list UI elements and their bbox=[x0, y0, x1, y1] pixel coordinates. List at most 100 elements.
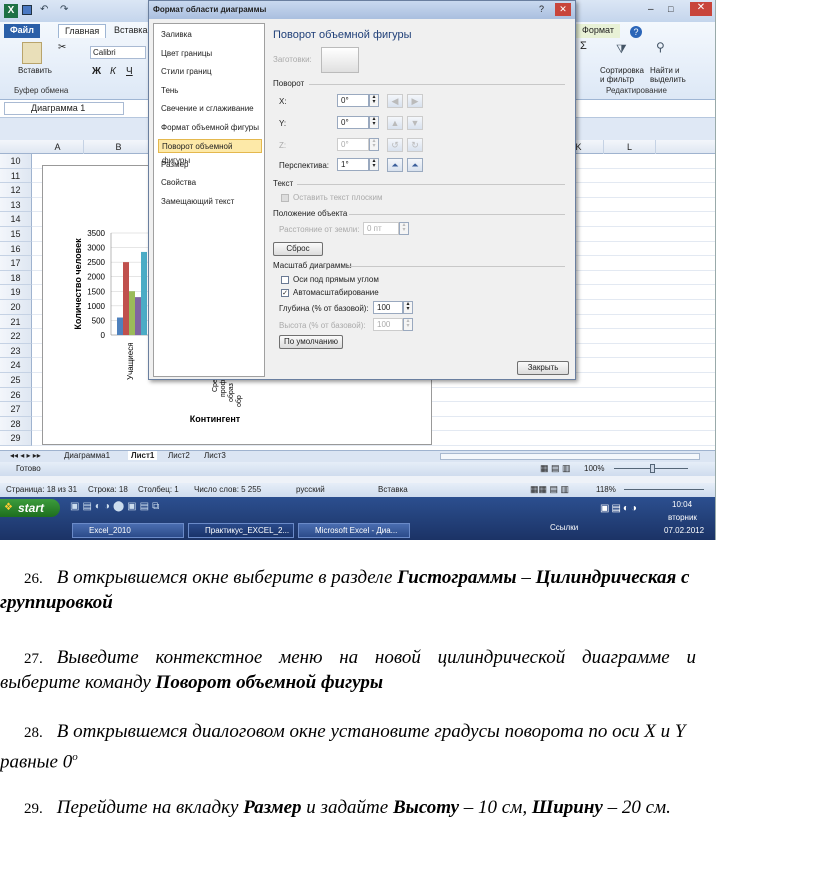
tray-icons[interactable]: ▣▤◐◑ bbox=[600, 503, 639, 514]
row-header[interactable]: 11 bbox=[0, 168, 32, 184]
y-rotate-up-icon[interactable]: ▲ bbox=[387, 116, 403, 130]
sheet-tab-list1[interactable]: Лист1 bbox=[128, 451, 158, 460]
autoscale-checkbox[interactable]: ✓ bbox=[281, 289, 289, 297]
x-rotate-left-icon[interactable]: ◀ bbox=[387, 94, 403, 108]
sheet-tab-list2[interactable]: Лист2 bbox=[168, 451, 190, 460]
close-button[interactable]: Закрыть bbox=[517, 361, 569, 375]
sort-filter-icon[interactable]: ⧩ bbox=[616, 42, 627, 57]
reset-button[interactable]: Сброс bbox=[273, 242, 323, 256]
column-header[interactable]: L bbox=[604, 140, 656, 154]
word-view-icons[interactable]: ▦▦ ▤ ▥ bbox=[530, 484, 569, 495]
find-icon[interactable]: ⚲ bbox=[656, 40, 665, 54]
row-header[interactable]: 18 bbox=[0, 270, 32, 286]
nav-item[interactable]: Тень bbox=[158, 84, 262, 98]
bold-icon[interactable]: Ж bbox=[92, 66, 101, 77]
row-header[interactable]: 22 bbox=[0, 329, 32, 344]
height-spin-icon[interactable]: ▴ ▾ bbox=[403, 318, 413, 331]
perspective-narrow-icon[interactable]: ⏶ bbox=[387, 158, 403, 172]
distance-input[interactable]: 0 пт bbox=[363, 222, 399, 235]
font-name-box[interactable]: Calibri (Основн bbox=[90, 46, 146, 59]
nav-item[interactable]: Поворот объемной фигуры bbox=[158, 139, 262, 165]
sheet-nav-icon[interactable]: ◂◂ ◂ ▸ ▸▸ bbox=[10, 451, 41, 460]
italic-icon[interactable]: К bbox=[110, 66, 116, 77]
row-header[interactable]: 29 bbox=[0, 431, 32, 446]
keep-flat-checkbox[interactable] bbox=[281, 194, 289, 202]
name-box[interactable]: Диаграмма 1 bbox=[4, 102, 124, 115]
row-header[interactable]: 17 bbox=[0, 256, 32, 271]
row-header[interactable]: 25 bbox=[0, 373, 32, 388]
help-icon[interactable]: ? bbox=[630, 26, 642, 38]
horizontal-scrollbar[interactable] bbox=[440, 453, 700, 460]
x-spin-icon[interactable]: ▴ ▾ bbox=[369, 94, 379, 107]
nav-item[interactable]: Стили границ bbox=[158, 65, 262, 79]
column-header[interactable]: B bbox=[84, 140, 154, 154]
presets-dropdown[interactable] bbox=[321, 47, 359, 73]
row-header[interactable]: 21 bbox=[0, 314, 32, 330]
autosum-icon[interactable]: Σ bbox=[580, 40, 587, 52]
save-icon[interactable] bbox=[22, 5, 32, 15]
minimize-button[interactable]: – bbox=[648, 4, 654, 15]
maximize-button[interactable]: □ bbox=[668, 4, 673, 14]
taskbar-links[interactable]: Ссылки bbox=[550, 523, 578, 532]
x-rotation-input[interactable]: 0° bbox=[337, 94, 369, 107]
column-header[interactable]: A bbox=[32, 140, 84, 154]
height-input[interactable]: 100 bbox=[373, 318, 403, 331]
perspective-input[interactable]: 1° bbox=[337, 158, 369, 171]
row-header[interactable]: 27 bbox=[0, 402, 32, 417]
row-header[interactable]: 12 bbox=[0, 183, 32, 198]
right-axes-checkbox[interactable] bbox=[281, 276, 289, 284]
nav-item[interactable]: Цвет границы bbox=[158, 47, 262, 61]
row-header[interactable]: 23 bbox=[0, 343, 32, 359]
z-rotation-input[interactable]: 0° bbox=[337, 138, 369, 151]
row-header[interactable]: 28 bbox=[0, 416, 32, 432]
taskbar-item-excel-folder[interactable]: Excel_2010 bbox=[72, 523, 184, 538]
nav-item[interactable]: Заливка bbox=[158, 28, 262, 42]
dialog-help-icon[interactable]: ? bbox=[539, 4, 544, 14]
z-rotate-ccw-icon[interactable]: ↺ bbox=[387, 138, 403, 152]
dialog-close-icon[interactable]: ✕ bbox=[555, 3, 571, 16]
tab-file[interactable]: Файл bbox=[4, 24, 40, 38]
y-rotate-down-icon[interactable]: ▼ bbox=[407, 116, 423, 130]
row-header[interactable]: 13 bbox=[0, 197, 32, 213]
default-button[interactable]: По умолчанию bbox=[279, 335, 343, 349]
cut-icon[interactable]: ✂ bbox=[58, 42, 66, 53]
y-spin-icon[interactable]: ▴ ▾ bbox=[369, 116, 379, 129]
row-header[interactable]: 16 bbox=[0, 241, 32, 257]
tab-insert[interactable]: Вставка bbox=[108, 24, 153, 38]
nav-item[interactable]: Свечение и сглаживание bbox=[158, 102, 262, 116]
underline-icon[interactable]: Ч bbox=[126, 66, 133, 77]
redo-icon[interactable]: ↷ bbox=[60, 4, 68, 15]
row-header[interactable]: 10 bbox=[0, 154, 32, 169]
quicklaunch-icons[interactable]: ▣▤◐◑⬤▣▤⧉ bbox=[70, 501, 162, 512]
depth-spin-icon[interactable]: ▴ ▾ bbox=[403, 301, 413, 314]
sort-filter-label[interactable]: Сортировка и фильтр bbox=[600, 66, 644, 84]
nav-item[interactable]: Размер bbox=[158, 158, 262, 172]
x-rotate-right-icon[interactable]: ▶ bbox=[407, 94, 423, 108]
view-buttons-icon[interactable]: ▦ ▤ ▥ bbox=[540, 463, 571, 474]
row-header[interactable]: 14 bbox=[0, 212, 32, 227]
perspective-widen-icon[interactable]: ⏶ bbox=[407, 158, 423, 172]
paste-label[interactable]: Вставить bbox=[18, 66, 52, 75]
row-header[interactable]: 26 bbox=[0, 387, 32, 403]
nav-item[interactable]: Свойства bbox=[158, 176, 262, 190]
row-header[interactable]: 24 bbox=[0, 358, 32, 373]
paste-icon[interactable] bbox=[22, 42, 42, 64]
depth-input[interactable]: 100 bbox=[373, 301, 403, 314]
taskbar-item-excel[interactable]: Microsoft Excel - Диа... bbox=[298, 523, 410, 538]
y-rotation-input[interactable]: 0° bbox=[337, 116, 369, 129]
row-header[interactable]: 19 bbox=[0, 285, 32, 300]
tab-format[interactable]: Формат bbox=[576, 24, 620, 38]
undo-icon[interactable]: ↶ bbox=[40, 4, 48, 15]
taskbar-item-word[interactable]: Практикус_EXCEL_2... bbox=[188, 523, 294, 538]
close-window-button[interactable]: ✕ bbox=[690, 2, 712, 16]
find-select-label[interactable]: Найти и выделить bbox=[650, 66, 686, 84]
perspective-spin-icon[interactable]: ▴ ▾ bbox=[369, 158, 379, 171]
sheet-tab-diagram1[interactable]: Диаграмма1 bbox=[64, 451, 110, 460]
row-header[interactable]: 20 bbox=[0, 300, 32, 315]
zoom-slider-thumb[interactable] bbox=[650, 464, 655, 473]
word-zoom-slider[interactable] bbox=[624, 489, 704, 490]
row-header[interactable]: 15 bbox=[0, 227, 32, 242]
distance-spin-icon[interactable]: ▴ ▾ bbox=[399, 222, 409, 235]
z-spin-icon[interactable]: ▴ ▾ bbox=[369, 138, 379, 151]
nav-item[interactable]: Замещающий текст bbox=[158, 195, 262, 209]
